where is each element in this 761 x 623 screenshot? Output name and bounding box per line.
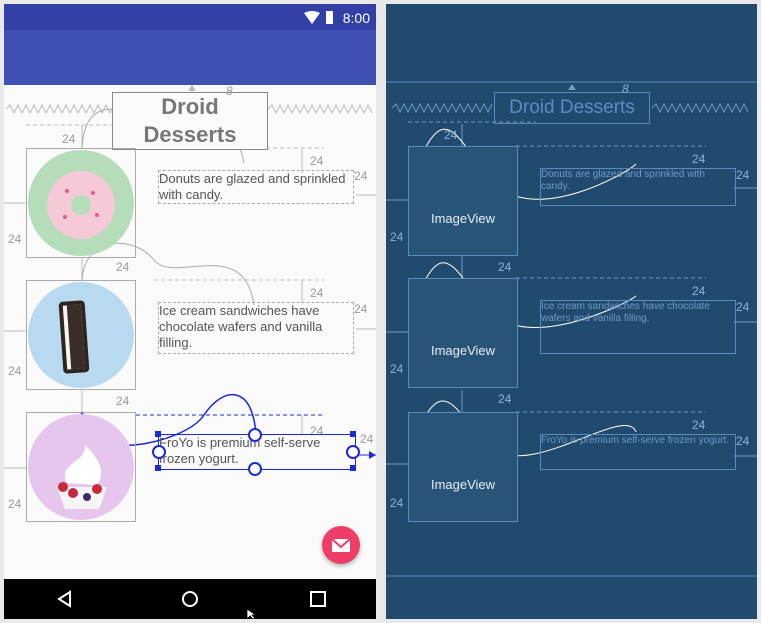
status-time: 8:00: [342, 10, 370, 26]
anchor-left[interactable]: [152, 445, 166, 459]
resize-handle[interactable]: [350, 465, 356, 471]
imageview-label: ImageView: [430, 211, 496, 226]
blueprint-imageview[interactable]: ImageView: [408, 412, 518, 522]
blueprint-title[interactable]: Droid Desserts: [494, 92, 650, 124]
margin-label: 24: [444, 128, 458, 142]
margin-label: 24: [8, 364, 22, 378]
fab-email-button[interactable]: [322, 526, 360, 564]
resize-handle[interactable]: [155, 431, 161, 437]
margin-label: 24: [310, 154, 324, 168]
margin-label: 24: [8, 232, 22, 246]
nav-bar: [4, 579, 376, 619]
margin-label: 24: [390, 362, 404, 376]
back-icon[interactable]: [52, 587, 80, 611]
margin-label: 24: [692, 152, 706, 166]
anchor-top[interactable]: [248, 428, 262, 442]
mouse-cursor-icon: [246, 609, 258, 619]
margin-label: 24: [62, 132, 76, 146]
resize-handle[interactable]: [350, 431, 356, 437]
blueprint-description-selected[interactable]: FroYo is premium self-serve frozen yogur…: [540, 434, 736, 470]
blueprint-imageview[interactable]: ImageView: [408, 146, 518, 256]
design-pane[interactable]: 8:00 Droid Desserts 8 24 24 24 24 Donuts…: [4, 4, 376, 619]
froyo-image: [28, 414, 134, 520]
margin-label: 24: [498, 392, 512, 406]
margin-label: 8: [622, 82, 629, 96]
margin-label: 24: [116, 260, 130, 274]
item-image-froyo[interactable]: [26, 412, 136, 522]
margin-label: 24: [736, 434, 750, 448]
margin-label: 24: [390, 496, 404, 510]
item-description[interactable]: Donuts are glazed and sprinkled with can…: [158, 170, 354, 204]
margin-label: 24: [116, 394, 130, 408]
margin-label: 24: [736, 300, 750, 314]
ice-cream-sandwich-image: [28, 282, 134, 388]
anchor-right[interactable]: [346, 445, 360, 459]
margin-label: 24: [8, 497, 22, 511]
home-icon[interactable]: [176, 587, 204, 611]
margin-label: 24: [354, 302, 368, 316]
blueprint-imageview[interactable]: ImageView: [408, 278, 518, 388]
margin-label: 24: [498, 260, 512, 274]
page-title[interactable]: Droid Desserts: [112, 92, 268, 150]
recents-icon[interactable]: [304, 587, 332, 611]
blueprint-description[interactable]: Donuts are glazed and sprinkled with can…: [540, 168, 736, 206]
status-bar: 8:00: [4, 4, 376, 30]
resize-handle[interactable]: [155, 465, 161, 471]
anchor-bottom[interactable]: [248, 462, 262, 476]
item-image-ice-cream-sandwich[interactable]: [26, 280, 136, 390]
margin-label: 24: [736, 168, 750, 182]
imageview-label: ImageView: [430, 477, 496, 492]
margin-label: 24: [692, 418, 706, 432]
email-icon: [331, 538, 351, 552]
blueprint-pane[interactable]: Droid Desserts 8 ImageView Donuts are gl…: [386, 4, 757, 619]
item-description[interactable]: Ice cream sandwiches have chocolate wafe…: [158, 302, 354, 354]
blueprint-description[interactable]: Ice cream sandwiches have chocolate wafe…: [540, 300, 736, 354]
wifi-battery-icon: [304, 11, 333, 24]
margin-label: 8: [226, 84, 233, 98]
margin-label: 24: [692, 284, 706, 298]
margin-label: 24: [354, 169, 368, 183]
app-bar: [4, 30, 376, 85]
item-image-donut[interactable]: [26, 148, 136, 258]
donut-image: [28, 150, 134, 256]
margin-label: 24: [360, 432, 374, 446]
margin-label: 24: [310, 286, 324, 300]
margin-label: 24: [390, 230, 404, 244]
imageview-label: ImageView: [430, 343, 496, 358]
